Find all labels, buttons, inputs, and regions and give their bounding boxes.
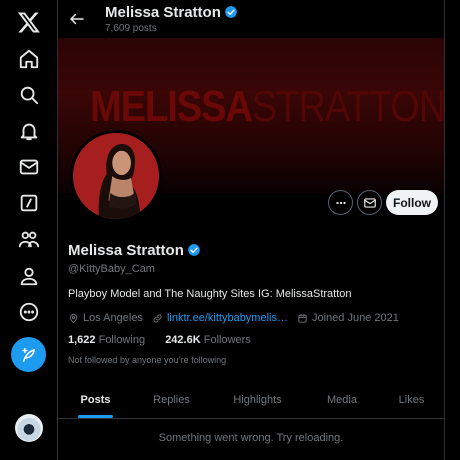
- profile-tabs: Posts Replies Highlights Media Likes: [58, 381, 444, 419]
- follow-button[interactable]: Follow: [386, 190, 438, 215]
- profile-header-bar: Melissa Stratton 7,609 posts: [58, 0, 444, 38]
- home-icon[interactable]: [15, 45, 43, 73]
- followers-label: Followers: [203, 334, 251, 346]
- compose-button[interactable]: [11, 337, 46, 372]
- profile-photo: [73, 133, 159, 219]
- header-title: Melissa Stratton: [105, 4, 238, 21]
- joined-text: Joined June 2021: [311, 312, 399, 324]
- verified-badge-icon: [188, 244, 200, 256]
- profile-icon[interactable]: [15, 262, 43, 290]
- profile-bio: Playboy Model and The Naughty Sites IG: …: [68, 288, 352, 300]
- active-tab-indicator: [78, 415, 113, 418]
- location-pin-icon: [69, 313, 78, 323]
- website-link[interactable]: linktr.ee/kittybabymelis…: [167, 312, 288, 324]
- header-name: Melissa Stratton: [105, 4, 221, 21]
- banner-text-bold: MELISSA: [90, 83, 253, 132]
- more-dots-icon: [335, 201, 346, 204]
- following-count: 1,622: [68, 334, 96, 346]
- followers-link[interactable]: 242.6K Followers: [165, 334, 251, 346]
- profile-meta: Los Angeles linktr.ee/kittybabymelis… Jo…: [68, 311, 408, 325]
- location-text: Los Angeles: [83, 312, 143, 324]
- tab-likes[interactable]: Likes: [379, 381, 444, 419]
- link-icon: [153, 313, 162, 323]
- following-label: Following: [98, 334, 146, 346]
- location-item: Los Angeles: [68, 312, 143, 324]
- post-count: 7,609 posts: [105, 23, 157, 34]
- feed-error-message: Something went wrong. Try reloading.: [158, 432, 344, 444]
- account-avatar[interactable]: [15, 414, 43, 442]
- tab-media[interactable]: Media: [305, 381, 379, 419]
- search-icon[interactable]: [15, 81, 43, 109]
- website-item: linktr.ee/kittybabymelis…: [152, 312, 288, 324]
- mail-icon[interactable]: [15, 153, 43, 181]
- column-divider: [444, 0, 445, 460]
- tab-replies[interactable]: Replies: [133, 381, 210, 419]
- compose-icon: [21, 347, 35, 362]
- followers-count: 242.6K: [165, 334, 201, 346]
- verified-badge-icon: [225, 6, 237, 18]
- sidebar-nav: [0, 0, 58, 460]
- profile-avatar[interactable]: [70, 130, 162, 222]
- calendar-icon: [298, 313, 307, 323]
- grok-icon[interactable]: [15, 189, 43, 217]
- x-logo-icon[interactable]: [15, 8, 43, 36]
- profile-name: Melissa Stratton: [68, 242, 201, 259]
- followers-you-know: Not followed by anyone you’re following: [68, 355, 227, 365]
- more-icon[interactable]: [15, 298, 43, 326]
- profile-name-text: Melissa Stratton: [68, 242, 184, 259]
- follow-stats: 1,622 Following 242.6K Followers: [68, 334, 251, 346]
- profile-main: Melissa Stratton 7,609 posts MELISSASTRA…: [58, 0, 444, 460]
- banner-text: MELISSASTRATTON.COM: [90, 83, 444, 132]
- more-options-button[interactable]: [328, 190, 353, 215]
- mail-icon: [363, 197, 376, 208]
- profile-handle: @KittyBaby_Cam: [68, 263, 155, 275]
- bell-icon[interactable]: [15, 117, 43, 145]
- following-link[interactable]: 1,622 Following: [68, 334, 145, 346]
- tab-posts[interactable]: Posts: [58, 381, 133, 419]
- tab-highlights[interactable]: Highlights: [210, 381, 305, 419]
- banner-text-light: STRATTON.COM: [251, 83, 444, 132]
- message-button[interactable]: [357, 190, 382, 215]
- back-arrow-icon[interactable]: [68, 10, 86, 28]
- communities-icon[interactable]: [15, 225, 43, 253]
- joined-item: Joined June 2021: [297, 312, 399, 324]
